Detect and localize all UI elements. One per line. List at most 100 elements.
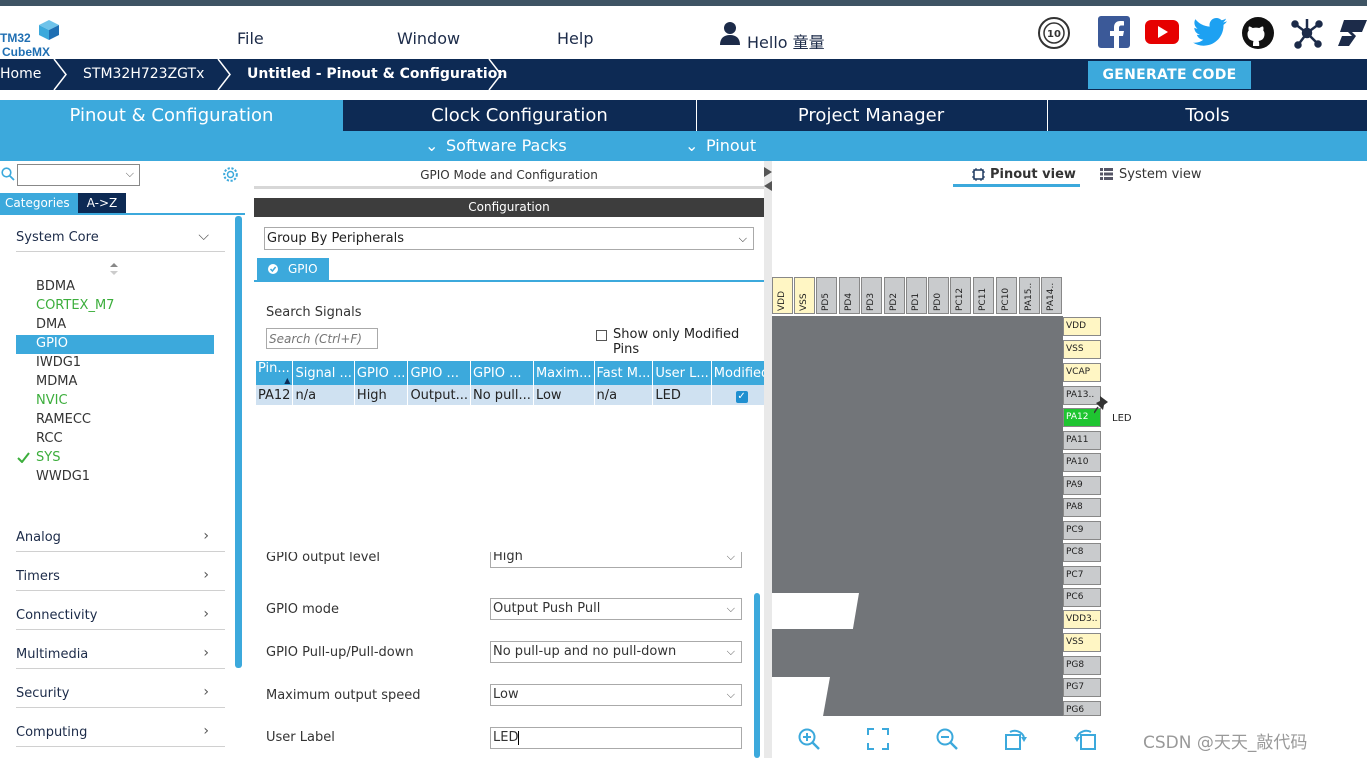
pin-pa10[interactable]: PA10 (1063, 453, 1101, 472)
category-item-dma[interactable]: DMA (36, 317, 66, 332)
gpio-tab[interactable]: GPIO (257, 258, 329, 280)
pin-pa11[interactable]: PA11 (1063, 431, 1101, 450)
tab-clock-configuration[interactable]: Clock Configuration (345, 100, 694, 131)
sort-icon[interactable] (110, 263, 118, 275)
zoom-out-icon[interactable] (935, 727, 959, 751)
menu-window[interactable]: Window (397, 29, 460, 48)
tab-a-z[interactable]: A->Z (78, 193, 126, 213)
category-search-input[interactable]: ⌵ (17, 164, 140, 186)
rotate-right-icon[interactable] (1004, 727, 1028, 751)
pin-pa15[interactable]: PA15.. (1019, 277, 1040, 314)
pin-pc7[interactable]: PC7 (1063, 566, 1101, 585)
tab-pinout-configuration[interactable]: Pinout & Configuration (0, 100, 343, 131)
youtube-icon[interactable] (1145, 20, 1179, 44)
group-by-select[interactable]: Group By Peripherals ⌵ (264, 227, 754, 250)
pin-pd5[interactable]: PD5 (816, 277, 837, 314)
panel-splitter[interactable] (764, 161, 772, 758)
table-row[interactable]: PA12 n/a High Output... No pull... Low n… (256, 385, 773, 405)
modified-check-icon[interactable]: ✓ (735, 390, 748, 403)
category-item-gpio[interactable]: GPIO (36, 336, 68, 351)
col-gpio-pull[interactable]: GPIO ... (470, 361, 534, 385)
search-signals-input[interactable] (266, 328, 378, 349)
fit-screen-icon[interactable] (866, 727, 890, 751)
group-multimedia[interactable]: Multimedia › (16, 639, 225, 669)
pin-pa8[interactable]: PA8 (1063, 498, 1101, 517)
breadcrumb-home[interactable]: Home (0, 59, 41, 90)
category-item-ramecc[interactable]: RAMECC (36, 412, 91, 427)
user-greeting[interactable]: Hello 童量 (747, 29, 825, 53)
zoom-in-icon[interactable] (797, 727, 821, 751)
twitter-icon[interactable] (1193, 18, 1227, 46)
category-item-mdma[interactable]: MDMA (36, 374, 77, 389)
breadcrumb-current[interactable]: Untitled - Pinout & Configuration (247, 59, 507, 90)
pin-vdd[interactable]: VDD (1063, 317, 1101, 336)
software-packs-menu[interactable]: Software Packs (446, 131, 567, 161)
pinout-menu[interactable]: Pinout (706, 131, 756, 161)
col-gpio-mode[interactable]: GPIO ... (407, 361, 471, 385)
pin-pa14[interactable]: PA14.. (1041, 277, 1062, 314)
rotate-left-icon[interactable] (1073, 727, 1097, 751)
collapse-icon[interactable] (764, 167, 772, 191)
system-view-tab[interactable]: System view (1119, 167, 1202, 182)
category-item-iwdg1[interactable]: IWDG1 (36, 355, 81, 370)
tab-categories[interactable]: Categories (0, 193, 78, 213)
pin-pd2[interactable]: PD2 (884, 277, 905, 314)
group-security[interactable]: Security › (16, 678, 225, 708)
pin-pg6[interactable]: PG6 (1063, 701, 1101, 716)
group-computing[interactable]: Computing › (16, 717, 225, 747)
group-timers[interactable]: Timers › (16, 561, 225, 591)
pin-pg7[interactable]: PG7 (1063, 678, 1101, 697)
pin-pc6[interactable]: PC6 (1063, 588, 1101, 607)
col-pin[interactable]: Pin... ▲ (256, 361, 294, 385)
menu-help[interactable]: Help (557, 29, 593, 48)
pin-vdd33[interactable]: VDD3.. (1063, 610, 1101, 629)
left-scrollbar[interactable] (235, 216, 242, 668)
show-modified-checkbox[interactable] (596, 330, 607, 341)
pin-pd4[interactable]: PD4 (839, 277, 860, 314)
col-signal[interactable]: Signal ... (292, 361, 355, 385)
pin-pc12[interactable]: PC12 (950, 277, 971, 314)
pushpin-icon[interactable] (1094, 396, 1110, 414)
category-item-cortex-m7[interactable]: CORTEX_M7 (36, 298, 114, 313)
col-user-label[interactable]: User L... (652, 361, 712, 385)
category-item-rcc[interactable]: RCC (36, 431, 63, 446)
category-item-wwdg1[interactable]: WWDG1 (36, 469, 90, 484)
col-gpio-output-level[interactable]: GPIO ... (354, 361, 409, 385)
pin-pc10[interactable]: PC10 (996, 277, 1017, 314)
config-scrollbar[interactable] (754, 593, 760, 758)
tab-tools[interactable]: Tools (1047, 100, 1367, 131)
menu-file[interactable]: File (237, 29, 264, 48)
category-item-bdma[interactable]: BDMA (36, 279, 75, 294)
group-system-core[interactable]: System Core ⌵ (16, 222, 225, 252)
network-icon[interactable] (1290, 16, 1324, 50)
pinout-view-tab[interactable]: Pinout view (990, 167, 1076, 182)
pin-vss-2[interactable]: VSS (1063, 633, 1101, 652)
category-item-sys[interactable]: SYS (36, 450, 60, 465)
pin-pd1[interactable]: PD1 (906, 277, 927, 314)
group-connectivity[interactable]: Connectivity › (16, 600, 225, 630)
pin-vdd-top[interactable]: VDD (772, 277, 793, 314)
breadcrumb-device[interactable]: STM32H723ZGTx (83, 59, 204, 90)
col-modified[interactable]: Modified (711, 361, 773, 385)
github-icon[interactable] (1241, 16, 1275, 50)
pin-pa9[interactable]: PA9 (1063, 476, 1101, 495)
pin-pd3[interactable]: PD3 (861, 277, 882, 314)
facebook-icon[interactable] (1098, 16, 1130, 48)
gpio-mode-select[interactable]: Output Push Pull ⌵ (490, 598, 742, 620)
category-item-nvic[interactable]: NVIC (36, 393, 68, 408)
gear-icon[interactable] (222, 166, 239, 183)
pin-vcap[interactable]: VCAP (1063, 363, 1101, 382)
col-max-speed[interactable]: Maxim... (533, 361, 595, 385)
max-speed-select[interactable]: Low ⌵ (490, 684, 742, 706)
pin-pc9[interactable]: PC9 (1063, 521, 1101, 540)
generate-code-button[interactable]: GENERATE CODE (1088, 61, 1251, 89)
user-label-input[interactable]: LED (490, 727, 742, 749)
anniversary-badge-icon[interactable]: 10 (1037, 16, 1071, 50)
pin-pc11[interactable]: PC11 (973, 277, 994, 314)
pull-up-down-select[interactable]: No pull-up and no pull-down ⌵ (490, 641, 742, 663)
group-analog[interactable]: Analog › (16, 522, 225, 552)
pin-pg8[interactable]: PG8 (1063, 656, 1101, 675)
col-fast-mode[interactable]: Fast M... (594, 361, 654, 385)
pin-pc8[interactable]: PC8 (1063, 543, 1101, 562)
tab-project-manager[interactable]: Project Manager (696, 100, 1045, 131)
